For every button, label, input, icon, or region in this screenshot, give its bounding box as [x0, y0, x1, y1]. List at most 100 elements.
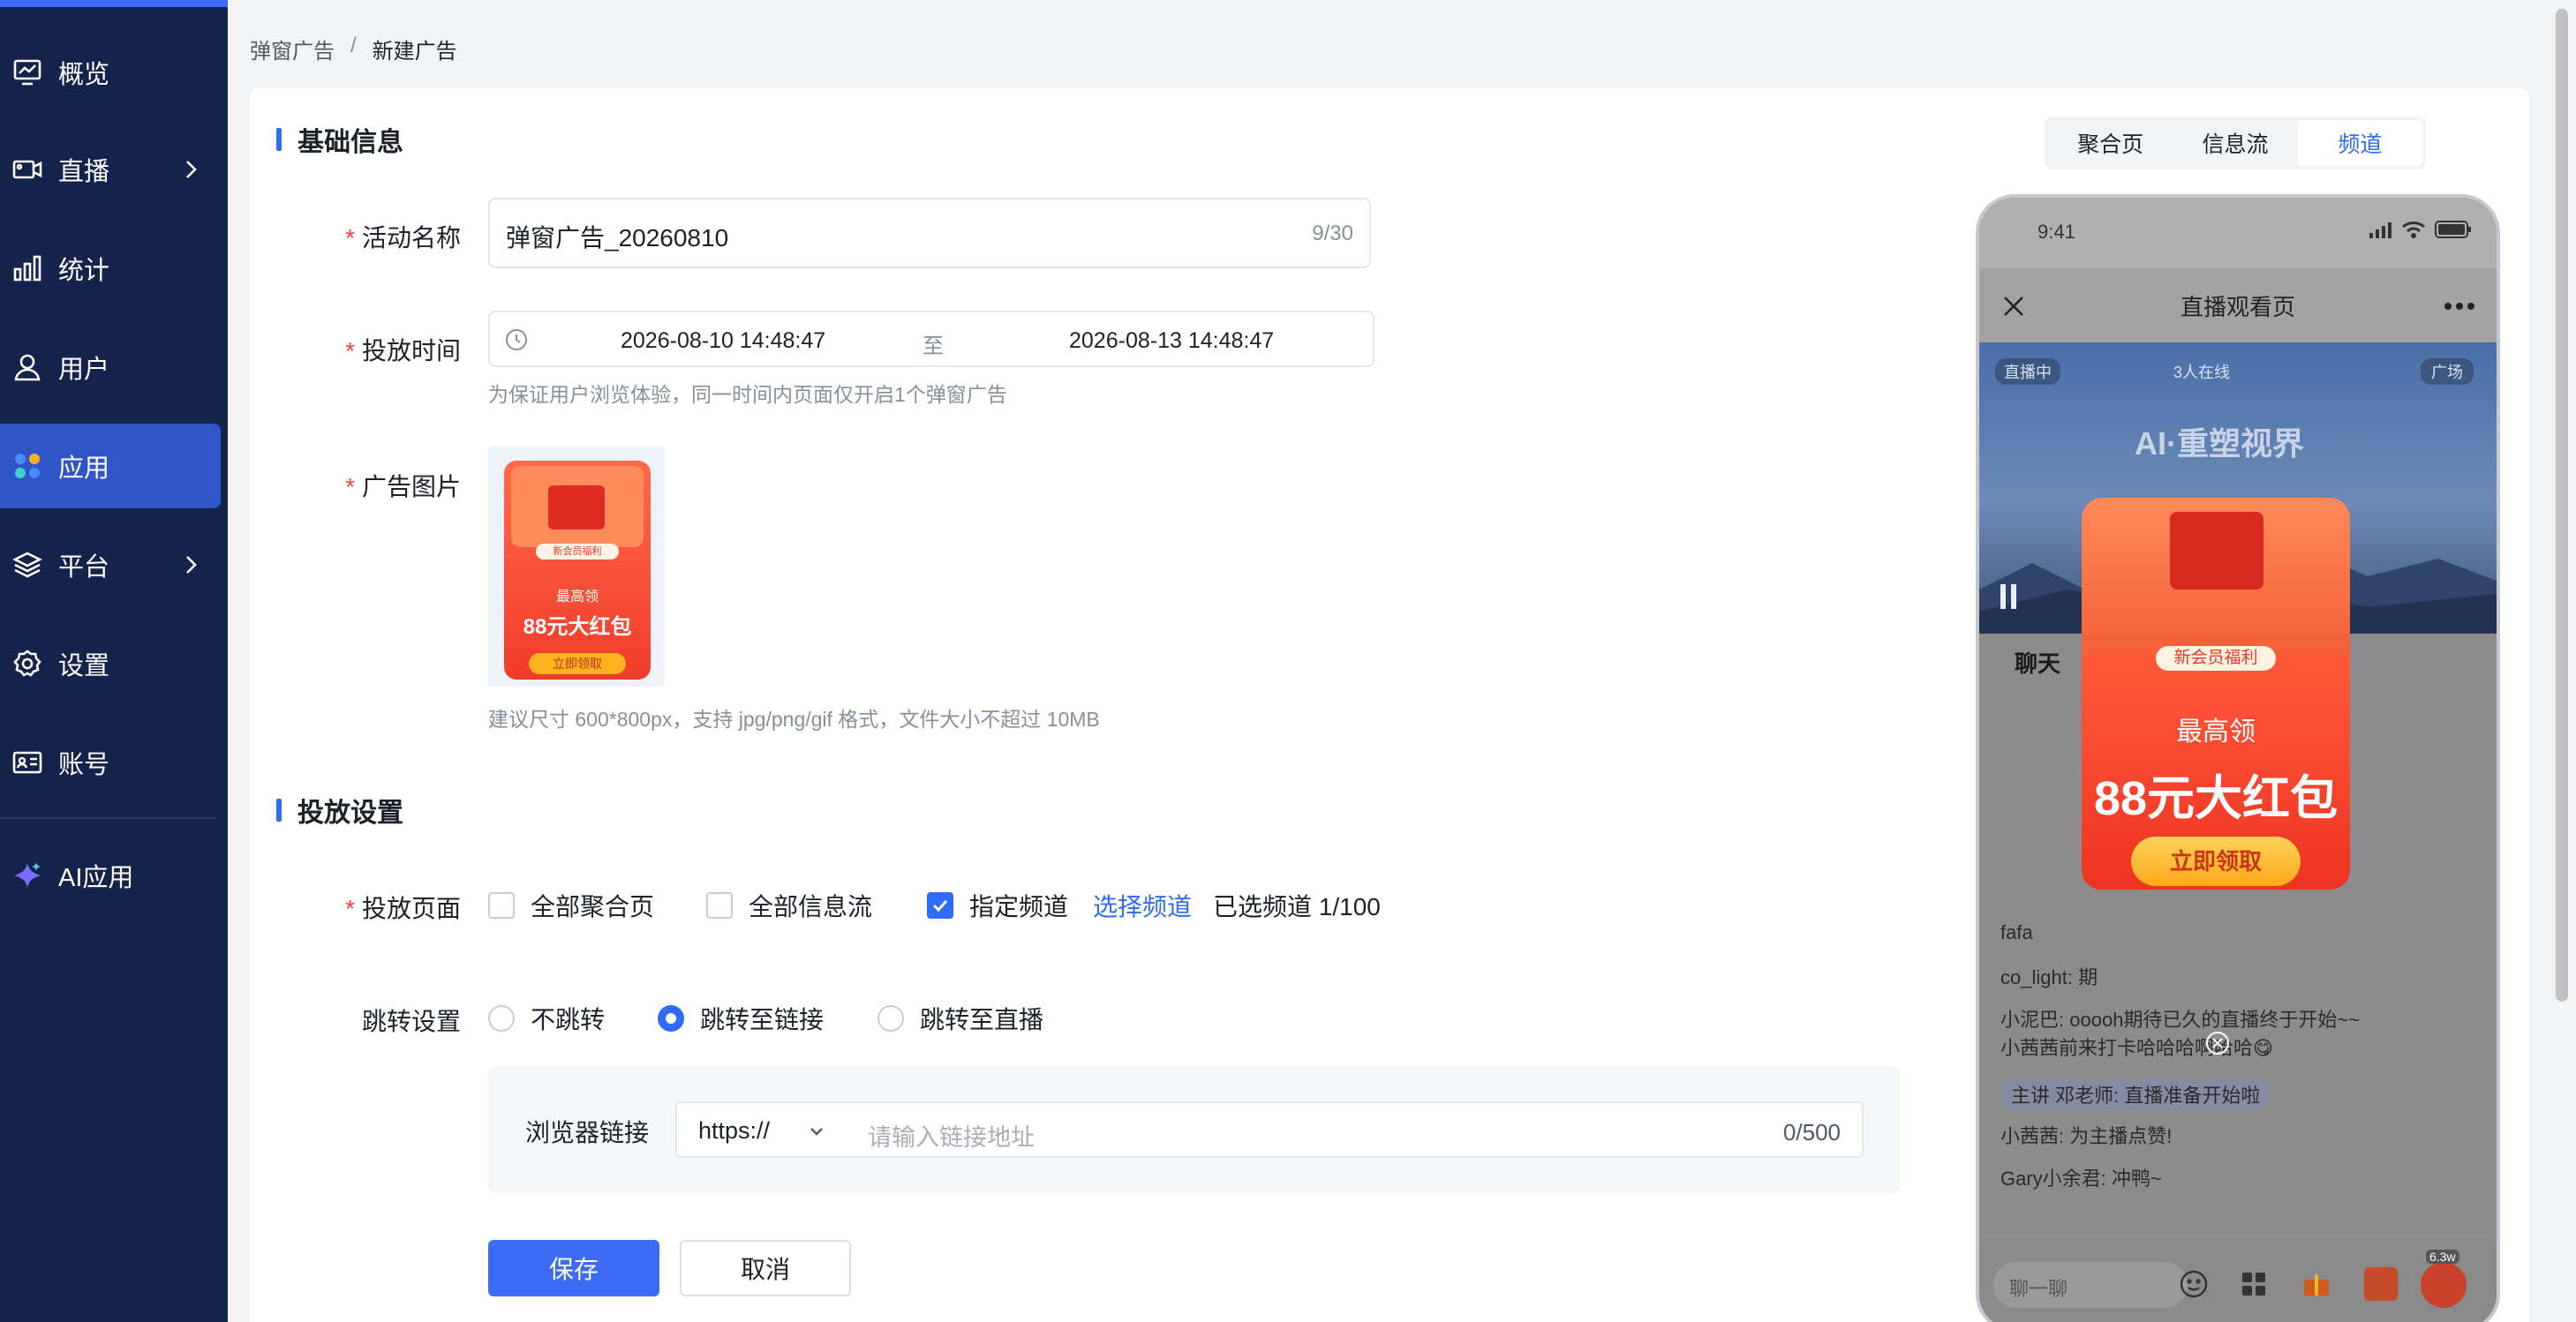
- range-separator: 至: [923, 334, 944, 358]
- chat-message: Gary小余君: 冲鸭~: [2000, 1168, 2162, 1190]
- sidebar: 概览 直播 统计 用户 应用 平台 设置 账号 AI应用: [0, 0, 228, 1322]
- preview-tabs: 聚合页 信息流 频道: [2045, 116, 2426, 169]
- chevron-down-icon: [810, 1128, 823, 1136]
- sidebar-item-account[interactable]: 账号: [0, 720, 221, 805]
- breadcrumb-parent[interactable]: 弹窗广告: [250, 34, 335, 64]
- id-card-icon: [12, 747, 42, 777]
- chat-input[interactable]: 聊一聊: [1993, 1262, 2188, 1308]
- chat-message: 小茜茜前来打卡哈哈哈啊哈哈😋: [2000, 1037, 2273, 1059]
- option-label: 不跳转: [531, 1006, 606, 1033]
- radio[interactable]: [488, 1005, 515, 1032]
- like-button[interactable]: 6.3w: [2421, 1250, 2467, 1308]
- checkbox-all-feed[interactable]: 全部信息流: [706, 888, 872, 923]
- option-label: 全部信息流: [749, 893, 873, 920]
- like-count: 6.3w: [2426, 1250, 2459, 1264]
- gear-icon: [12, 649, 42, 679]
- chevron-right-icon: [186, 556, 197, 574]
- red-envelope-art: 新会员福利 最高领 88元大红包 立即领取: [504, 461, 651, 680]
- sidebar-item-users[interactable]: 用户: [0, 325, 221, 409]
- date-range-picker[interactable]: 2026-08-10 14:48:47 至 2026-08-13 14:48:4…: [488, 311, 1375, 367]
- popup-main-text: 88元大红包: [2093, 772, 2339, 825]
- url-placeholder: 请输入链接地址: [868, 1124, 1035, 1151]
- clock-icon: [506, 329, 527, 350]
- more-icon[interactable]: [2444, 302, 2475, 311]
- live-banner-title: AI·重塑视界: [2135, 425, 2304, 462]
- gift-icon[interactable]: [2302, 1271, 2331, 1297]
- checkbox-all-aggregation[interactable]: 全部聚合页: [488, 888, 654, 923]
- sidebar-item-label: AI应用: [58, 864, 134, 892]
- popup-red-envelope[interactable]: 新会员福利 最高领 88元大红包 立即领取: [2082, 498, 2350, 890]
- time-hint: 为保证用户浏览体验，同一时间内页面仅开启1个弹窗广告: [488, 383, 1007, 406]
- sidebar-item-label: 概览: [58, 61, 110, 89]
- popup-close-icon[interactable]: [2205, 1031, 2230, 1055]
- popup-badge: 新会员福利: [2156, 646, 2276, 671]
- radio-no-jump[interactable]: 不跳转: [488, 1001, 605, 1036]
- sidebar-item-label: 统计: [58, 257, 110, 285]
- chat-message: fafa: [2000, 921, 2033, 943]
- checkbox[interactable]: [488, 892, 515, 919]
- phone-status-bar: 9:41: [1979, 198, 2497, 268]
- calendar-icon[interactable]: [2362, 1266, 2399, 1303]
- start-time[interactable]: 2026-08-10 14:48:47: [621, 328, 825, 354]
- ai-sparkle-icon: [12, 860, 42, 890]
- pause-icon[interactable]: [1999, 584, 2020, 609]
- tab-aggregation[interactable]: 聚合页: [2048, 120, 2173, 166]
- checkbox-channel[interactable]: 指定频道 选择频道 已选频道 1/100: [927, 888, 1381, 923]
- checkbox[interactable]: [706, 892, 733, 919]
- popup-claim-button[interactable]: 立即领取: [2131, 837, 2301, 886]
- breadcrumb-current: 新建广告: [372, 40, 457, 64]
- sidebar-item-apps[interactable]: 应用: [0, 424, 221, 508]
- save-button[interactable]: 保存: [488, 1240, 659, 1296]
- sidebar-item-label: 账号: [58, 751, 110, 779]
- section-marker: [276, 799, 282, 822]
- cancel-button[interactable]: 取消: [680, 1240, 851, 1296]
- phone-page-title: 直播观看页: [2180, 293, 2295, 320]
- chat-tab[interactable]: 聊天: [2015, 646, 2060, 679]
- ad-image-thumbnail[interactable]: 新会员福利 最高领 88元大红包 立即领取: [488, 447, 665, 687]
- ad-image-label: * 广告图片: [345, 473, 461, 500]
- activity-name-input[interactable]: 弹窗广告_20260810 9/30: [488, 198, 1371, 268]
- section-delivery: 投放设置: [276, 791, 403, 830]
- sidebar-item-label: 用户: [58, 356, 110, 384]
- option-label: 跳转至直播: [920, 1006, 1044, 1033]
- protocol-value: https://: [698, 1117, 771, 1144]
- radio-selected[interactable]: [658, 1005, 684, 1032]
- square-button[interactable]: 广场: [2421, 358, 2474, 385]
- protocol-select[interactable]: https://: [675, 1101, 847, 1158]
- selected-channel-count: 已选频道 1/100: [1213, 893, 1381, 920]
- choose-channel-link[interactable]: 选择频道: [1093, 888, 1192, 923]
- checkbox-checked[interactable]: [927, 892, 953, 919]
- radio[interactable]: [877, 1005, 904, 1032]
- sidebar-item-platform[interactable]: 平台: [0, 522, 221, 607]
- sidebar-item-stats[interactable]: 统计: [0, 226, 221, 311]
- emoji-icon[interactable]: [2179, 1269, 2209, 1299]
- tab-channel[interactable]: 频道: [2297, 120, 2422, 166]
- url-input[interactable]: 请输入链接地址 0/500: [845, 1101, 1864, 1158]
- option-label: 全部聚合页: [531, 893, 655, 920]
- breadcrumb: 弹窗广告 / 新建广告: [250, 34, 457, 64]
- layers-icon: [12, 550, 42, 580]
- phone-preview: 9:41 直播观看页 直播中 3人在线 广场 AI·重塑视界 聊天 fafa c…: [1976, 194, 2500, 1322]
- sidebar-item-settings[interactable]: 设置: [0, 621, 221, 706]
- chat-input-placeholder: 聊一聊: [2009, 1278, 2068, 1300]
- apps-icon[interactable]: [2241, 1271, 2267, 1297]
- page-scrollbar[interactable]: [2556, 9, 2568, 1002]
- section-title: 投放设置: [298, 799, 403, 828]
- monitor-chart-icon: [12, 57, 42, 87]
- sidebar-item-live[interactable]: 直播: [0, 127, 221, 212]
- tab-feed[interactable]: 信息流: [2173, 120, 2297, 166]
- video-camera-icon: [12, 154, 42, 184]
- radio-jump-link[interactable]: 跳转至链接: [658, 1001, 824, 1036]
- status-time: 9:41: [2037, 221, 2075, 243]
- sidebar-item-overview[interactable]: 概览: [0, 30, 221, 115]
- image-hint: 建议尺寸 600*800px，支持 jpg/png/gif 格式，文件大小不超过…: [488, 708, 1100, 731]
- popup-top-text: 最高领: [2176, 717, 2256, 747]
- end-time[interactable]: 2026-08-13 14:48:47: [1069, 328, 1274, 354]
- radio-jump-live[interactable]: 跳转至直播: [877, 1001, 1043, 1036]
- chat-message: co_light: 期: [2000, 966, 2098, 988]
- sidebar-item-ai-apps[interactable]: AI应用: [0, 833, 221, 918]
- browser-link-label: 浏览器链接: [525, 1119, 650, 1146]
- close-icon[interactable]: [2002, 295, 2025, 318]
- sidebar-divider: [0, 817, 217, 819]
- wifi-icon: [2402, 222, 2425, 238]
